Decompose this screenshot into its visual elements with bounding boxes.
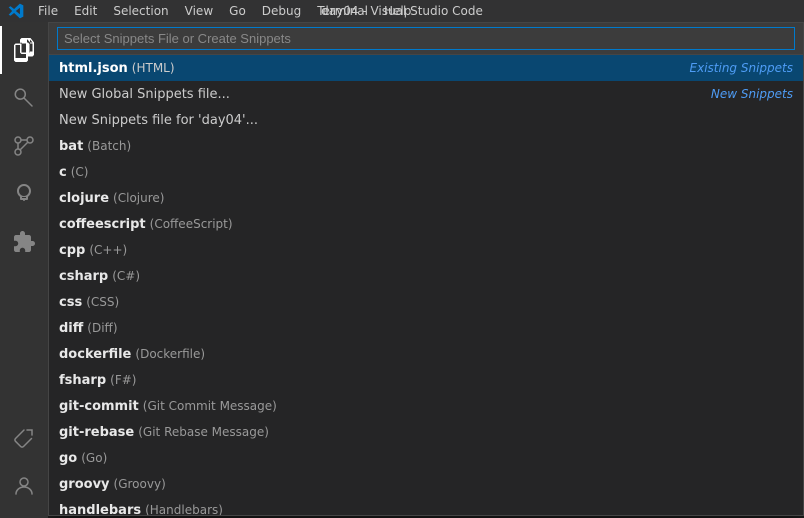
- item-name: bat: [59, 139, 83, 154]
- search-box: [49, 23, 803, 55]
- list-item-left: New Snippets file for 'day04'...: [59, 113, 258, 128]
- snippets-dropdown: html.json (HTML) Existing Snippets New Glo…: [48, 22, 804, 516]
- list-item[interactable]: git-rebase (Git Rebase Message): [49, 419, 803, 445]
- list-item[interactable]: c (C): [49, 159, 803, 185]
- item-fullname: New Snippets file for 'day04'...: [59, 113, 258, 128]
- list-item-left: handlebars (Handlebars): [59, 503, 223, 516]
- list-item-left: go (Go): [59, 451, 107, 466]
- list-item-left: bat (Batch): [59, 139, 131, 154]
- list-item-left: git-commit (Git Commit Message): [59, 399, 277, 414]
- item-name: go: [59, 451, 77, 466]
- menu-file[interactable]: File: [30, 2, 66, 20]
- list-item[interactable]: New Snippets file for 'day04'...: [49, 107, 803, 133]
- list-item-left: diff (Diff): [59, 321, 118, 336]
- item-name: clojure: [59, 191, 109, 206]
- activity-icon-source-control[interactable]: [0, 122, 48, 170]
- item-lang: (C): [71, 165, 89, 179]
- list-item-left: clojure (Clojure): [59, 191, 164, 206]
- editor-area: html.json (HTML) Existing Snippets New Glo…: [48, 22, 804, 518]
- item-lang: (F#): [110, 373, 136, 387]
- menu-go[interactable]: Go: [221, 2, 254, 20]
- list-item-left: dockerfile (Dockerfile): [59, 347, 205, 362]
- item-badge: New Snippets: [711, 87, 793, 101]
- item-lang: (Git Rebase Message): [138, 425, 269, 439]
- list-item[interactable]: New Global Snippets file... New Snippets: [49, 81, 803, 107]
- list-item-left: css (CSS): [59, 295, 119, 310]
- item-lang: (C#): [112, 269, 140, 283]
- item-lang: (Git Commit Message): [143, 399, 277, 413]
- list-item[interactable]: coffeescript (CoffeeScript): [49, 211, 803, 237]
- item-fullname: New Global Snippets file...: [59, 87, 230, 102]
- list-item[interactable]: fsharp (F#): [49, 367, 803, 393]
- item-lang: (C++): [89, 243, 127, 257]
- list-item[interactable]: git-commit (Git Commit Message): [49, 393, 803, 419]
- list-item[interactable]: css (CSS): [49, 289, 803, 315]
- list-item[interactable]: clojure (Clojure): [49, 185, 803, 211]
- item-name: coffeescript: [59, 217, 146, 232]
- activity-icon-test[interactable]: [0, 414, 48, 462]
- window-title: day04 - Visual Studio Code: [321, 4, 483, 18]
- list-item-left: fsharp (F#): [59, 373, 136, 388]
- list-item-left: c (C): [59, 165, 88, 180]
- list-item[interactable]: html.json (HTML) Existing Snippets: [49, 55, 803, 81]
- activity-icon-debug[interactable]: [0, 170, 48, 218]
- menu-debug[interactable]: Debug: [254, 2, 309, 20]
- item-badge: Existing Snippets: [690, 61, 793, 75]
- list-item-left: cpp (C++): [59, 243, 127, 258]
- list-item[interactable]: csharp (C#): [49, 263, 803, 289]
- item-lang: (Batch): [87, 139, 131, 153]
- item-name: groovy: [59, 477, 110, 492]
- activity-bar: [0, 22, 48, 518]
- item-name: css: [59, 295, 82, 310]
- activity-icon-search[interactable]: [0, 74, 48, 122]
- item-lang: (CoffeeScript): [150, 217, 233, 231]
- list-item-left: html.json (HTML): [59, 61, 175, 76]
- item-name: handlebars: [59, 503, 141, 516]
- item-lang: (Dockerfile): [135, 347, 205, 361]
- item-lang: (Diff): [87, 321, 117, 335]
- list-item[interactable]: groovy (Groovy): [49, 471, 803, 497]
- activity-bottom: [0, 414, 48, 518]
- menu-edit[interactable]: Edit: [66, 2, 105, 20]
- list-item[interactable]: bat (Batch): [49, 133, 803, 159]
- item-name: cpp: [59, 243, 85, 258]
- item-name: git-commit: [59, 399, 139, 414]
- titlebar: File Edit Selection View Go Debug Termin…: [0, 0, 804, 22]
- menu-view[interactable]: View: [177, 2, 221, 20]
- dropdown-list[interactable]: html.json (HTML) Existing Snippets New Glo…: [49, 55, 803, 515]
- item-lang: (Go): [81, 451, 107, 465]
- list-item[interactable]: cpp (C++): [49, 237, 803, 263]
- list-item[interactable]: handlebars (Handlebars): [49, 497, 803, 515]
- item-name: diff: [59, 321, 83, 336]
- activity-icon-account[interactable]: [0, 462, 48, 510]
- item-name: dockerfile: [59, 347, 131, 362]
- list-item[interactable]: dockerfile (Dockerfile): [49, 341, 803, 367]
- item-lang: (Handlebars): [145, 503, 223, 515]
- item-name: git-rebase: [59, 425, 134, 440]
- item-lang: (Clojure): [113, 191, 164, 205]
- list-item[interactable]: go (Go): [49, 445, 803, 471]
- menu-selection[interactable]: Selection: [105, 2, 176, 20]
- list-item-left: git-rebase (Git Rebase Message): [59, 425, 269, 440]
- vscode-icon: [8, 3, 24, 19]
- activity-icon-extensions[interactable]: [0, 218, 48, 266]
- item-lang: (CSS): [86, 295, 119, 309]
- list-item[interactable]: diff (Diff): [49, 315, 803, 341]
- item-name: html.json: [59, 61, 128, 76]
- search-input[interactable]: [57, 27, 795, 50]
- activity-icon-explorer[interactable]: [0, 26, 48, 74]
- item-name: fsharp: [59, 373, 106, 388]
- list-item-left: coffeescript (CoffeeScript): [59, 217, 233, 232]
- item-lang: (Groovy): [114, 477, 166, 491]
- list-item-left: groovy (Groovy): [59, 477, 166, 492]
- list-item-left: New Global Snippets file...: [59, 87, 230, 102]
- item-name: c: [59, 165, 67, 180]
- item-name: csharp: [59, 269, 108, 284]
- main-content: html.json (HTML) Existing Snippets New Glo…: [0, 22, 804, 518]
- list-item-left: csharp (C#): [59, 269, 140, 284]
- item-lang: (HTML): [132, 61, 175, 75]
